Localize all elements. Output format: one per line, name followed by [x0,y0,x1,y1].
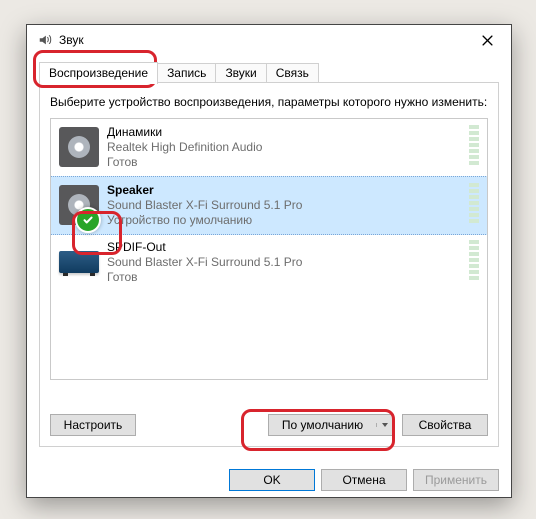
configure-button[interactable]: Настроить [50,414,136,436]
device-status: Готов [107,270,463,285]
device-name: Speaker [107,183,463,198]
device-item-2[interactable]: SPDIF-Out Sound Blaster X-Fi Surround 5.… [51,234,487,292]
level-meter [469,125,479,165]
titlebar[interactable]: Звук [27,25,511,55]
device-item-0[interactable]: Динамики Realtek High Definition Audio Г… [51,119,487,177]
device-icon-amp [57,240,101,284]
device-sub: Sound Blaster X-Fi Surround 5.1 Pro [107,255,463,270]
set-default-label: По умолчанию [269,415,376,435]
sound-dialog: Звук Воспроизведение Запись Звуки Связь … [26,24,512,498]
device-name: Динамики [107,125,463,140]
ok-button[interactable]: OK [229,469,315,491]
set-default-dropdown[interactable]: По умолчанию [268,414,394,436]
window-title: Звук [59,33,467,47]
close-button[interactable] [467,25,507,55]
level-meter [469,183,479,223]
device-item-1[interactable]: Speaker Sound Blaster X-Fi Surround 5.1 … [50,176,488,235]
instruction-text: Выберите устройство воспроизведения, пар… [50,95,488,110]
tab-playback[interactable]: Воспроизведение [39,62,158,84]
sound-icon [37,32,53,48]
device-list[interactable]: Динамики Realtek High Definition Audio Г… [50,118,488,380]
device-sub: Realtek High Definition Audio [107,140,463,155]
device-status: Готов [107,155,463,170]
device-icon-speaker [57,183,101,227]
properties-button[interactable]: Свойства [402,414,488,436]
device-icon-speaker [57,125,101,169]
tab-pane: Выберите устройство воспроизведения, пар… [39,82,499,447]
device-name: SPDIF-Out [107,240,463,255]
device-status: Устройство по умолчанию [107,213,463,228]
default-check-icon [75,207,101,233]
cancel-button[interactable]: Отмена [321,469,407,491]
chevron-down-icon[interactable] [376,423,393,427]
device-sub: Sound Blaster X-Fi Surround 5.1 Pro [107,198,463,213]
pane-button-row: Настроить По умолчанию Свойства [50,414,488,436]
apply-button[interactable]: Применить [413,469,499,491]
level-meter [469,240,479,280]
tab-strip: Воспроизведение Запись Звуки Связь [39,61,499,83]
dialog-button-row: OK Отмена Применить [27,459,511,501]
